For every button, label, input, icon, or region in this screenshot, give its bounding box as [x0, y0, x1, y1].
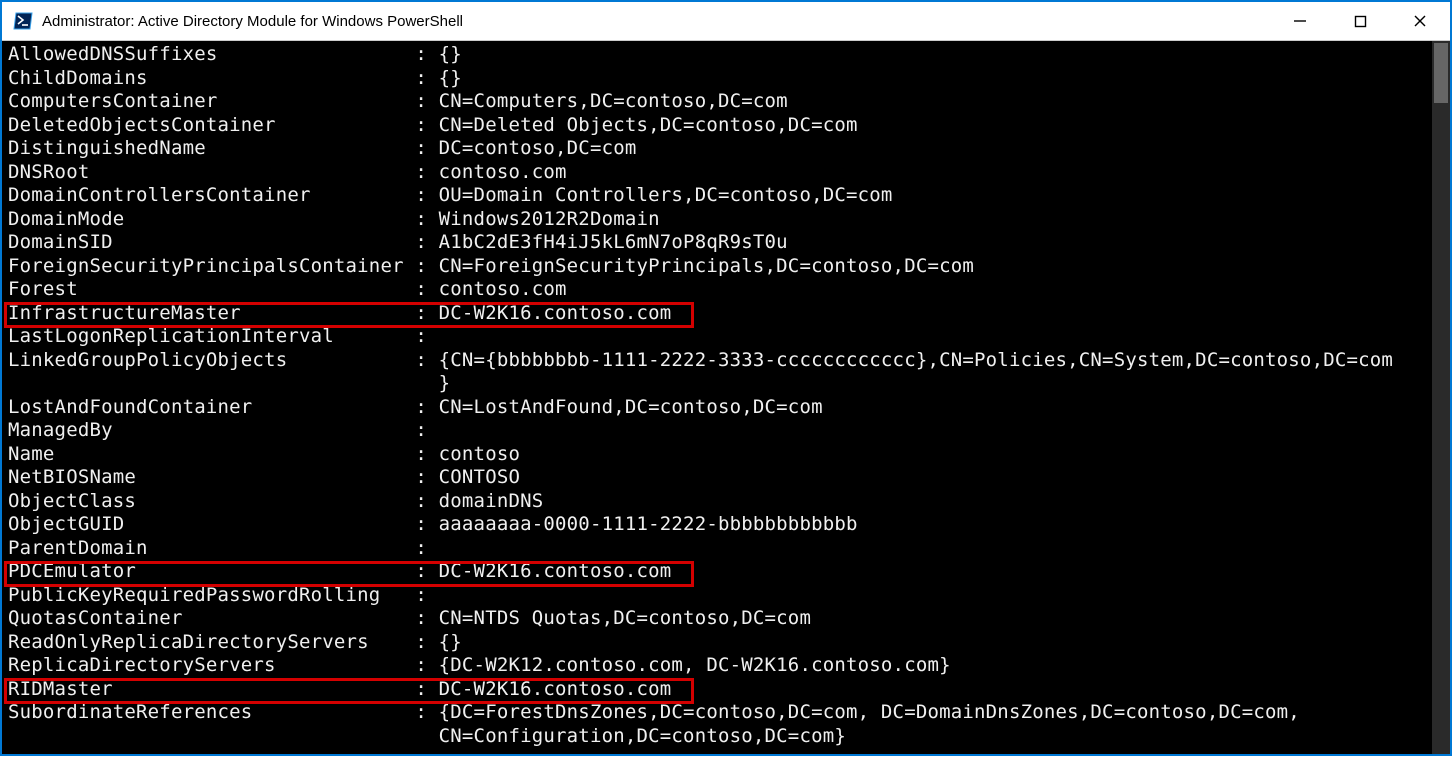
output-line: ForeignSecurityPrincipalsContainer : CN=…	[8, 255, 1432, 279]
output-line: DomainControllersContainer : OU=Domain C…	[8, 184, 1432, 208]
output-line: ParentDomain :	[8, 537, 1432, 561]
output-line: SubordinateReferences : {DC=ForestDnsZon…	[8, 701, 1432, 725]
minimize-button[interactable]	[1270, 2, 1330, 40]
output-line: DNSRoot : contoso.com	[8, 161, 1432, 185]
output-line: RIDMaster : DC-W2K16.contoso.com	[8, 678, 1432, 702]
window-controls	[1270, 2, 1450, 40]
vertical-scrollbar[interactable]	[1432, 41, 1450, 754]
output-line: ReadOnlyReplicaDirectoryServers : {}	[8, 631, 1432, 655]
output-line: DeletedObjectsContainer : CN=Deleted Obj…	[8, 114, 1432, 138]
console-output[interactable]: AllowedDNSSuffixes : {}ChildDomains : {}…	[2, 41, 1432, 754]
output-line: Forest : contoso.com	[8, 278, 1432, 302]
output-line: DomainSID : A1bC2dE3fH4iJ5kL6mN7oP8qR9sT…	[8, 231, 1432, 255]
output-line: LinkedGroupPolicyObjects : {CN={bbbbbbbb…	[8, 349, 1432, 373]
scrollbar-thumb[interactable]	[1434, 43, 1448, 103]
output-line: NetBIOSName : CONTOSO	[8, 466, 1432, 490]
output-line: QuotasContainer : CN=NTDS Quotas,DC=cont…	[8, 607, 1432, 631]
powershell-icon	[12, 10, 34, 32]
output-line: PublicKeyRequiredPasswordRolling :	[8, 584, 1432, 608]
output-line: ManagedBy :	[8, 419, 1432, 443]
output-line: ComputersContainer : CN=Computers,DC=con…	[8, 90, 1432, 114]
output-line: CN=Configuration,DC=contoso,DC=com}	[8, 725, 1432, 749]
output-line: LastLogonReplicationInterval :	[8, 325, 1432, 349]
powershell-window: Administrator: Active Directory Module f…	[0, 0, 1452, 756]
window-title: Administrator: Active Directory Module f…	[42, 13, 463, 30]
output-line: PDCEmulator : DC-W2K16.contoso.com	[8, 560, 1432, 584]
maximize-button[interactable]	[1330, 2, 1390, 40]
output-line: DomainMode : Windows2012R2Domain	[8, 208, 1432, 232]
output-line: AllowedDNSSuffixes : {}	[8, 43, 1432, 67]
titlebar[interactable]: Administrator: Active Directory Module f…	[2, 2, 1450, 41]
output-line: ObjectClass : domainDNS	[8, 490, 1432, 514]
output-line: ChildDomains : {}	[8, 67, 1432, 91]
close-button[interactable]	[1390, 2, 1450, 40]
output-line: ReplicaDirectoryServers : {DC-W2K12.cont…	[8, 654, 1432, 678]
output-line: ObjectGUID : aaaaaaaa-0000-1111-2222-bbb…	[8, 513, 1432, 537]
output-line: }	[8, 372, 1432, 396]
console-area: AllowedDNSSuffixes : {}ChildDomains : {}…	[2, 41, 1450, 754]
output-line: DistinguishedName : DC=contoso,DC=com	[8, 137, 1432, 161]
output-line: LostAndFoundContainer : CN=LostAndFound,…	[8, 396, 1432, 420]
output-line: InfrastructureMaster : DC-W2K16.contoso.…	[8, 302, 1432, 326]
output-line: Name : contoso	[8, 443, 1432, 467]
